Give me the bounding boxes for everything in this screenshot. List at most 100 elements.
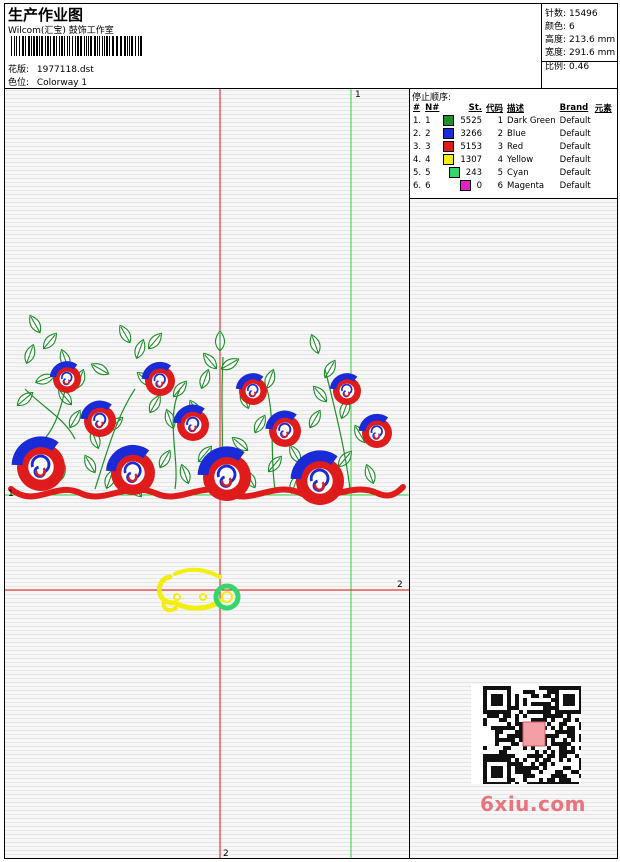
watermark-site: 6xiu.com [480,792,586,816]
element [593,114,614,127]
element [593,166,614,179]
leaf-shape [119,324,132,344]
stop-index: 6. [413,180,422,191]
stitch-count: 5153 [441,140,484,153]
colorway-label: 色位: [8,78,30,88]
leaf-shape [148,394,161,414]
element [593,140,614,153]
design-file-name: 1977118.dst [36,65,94,75]
leaf-shape [199,368,211,390]
table-row: 3. 3 5153 3 Red Default [411,140,614,153]
color-description: Red [507,141,524,152]
color-code: 3 [497,141,504,152]
leaf-shape [203,352,218,370]
stats-panel: 针数: 15496 颜色: 6 高度: 213.6 mm 宽度: 291.6 mm 比例… [542,4,617,88]
column-header: St. [468,102,483,113]
red-axis-label-bottom: 2 [223,849,229,859]
table-row: 1. 1 5525 1 Dark Green Default [411,114,614,127]
table-row: 4. 4 1307 4 Yellow Default [411,153,614,166]
stop-index: 2. [413,128,422,139]
rose-motif [11,436,65,491]
rose-motif [141,361,175,396]
table-header-row: # N# St. 代码 描述 Brand 元素 [411,101,614,114]
rose-motif [265,410,301,447]
rose-motif [197,446,251,501]
stitch-count: 3266 [441,127,484,140]
needle-number: 5 [425,167,431,178]
stop-sequence-table: # N# St. 代码 描述 Brand 元素 1. 1 5525 1 Dark Gre… [411,101,614,192]
color-description: Blue [507,128,526,139]
stop-index: 3. [413,141,422,152]
leaf-shape [323,359,336,379]
color-count: 颜色: 6 [545,22,575,32]
table-row: 6. 6 0 6 Magenta Default [411,179,614,192]
table-row: 5. 5 243 5 Cyan Default [411,166,614,179]
stitch-count: 5525 [441,114,484,127]
leaf-shape [253,414,266,434]
thread-brand: Default [559,167,591,178]
column-header: # [413,102,421,113]
column-header: 元素 [594,103,612,114]
studio-name: Wilcom(汇宝) 鼓饰工作室 [8,26,114,36]
leaf-shape [179,463,191,485]
color-description: Dark Green [507,115,556,126]
rose-motif [106,444,155,495]
stitch-count: 1307 [441,153,484,166]
leaf-shape [364,463,376,485]
column-header: Brand [559,102,589,113]
color-swatch [443,128,455,139]
design-height: 高度: 213.6 mm [545,35,616,45]
color-description: Yellow [507,154,534,165]
color-swatch [443,115,455,126]
production-worksheet: 生产作业图 Wilcom(汇宝) 鼓饰工作室 花版: 1977118.dst 色… [4,3,618,859]
stop-sequence-panel: 停止顺序: # N# St. 代码 描述 Brand 元素 1. 1 5525 1 Da… [410,89,617,199]
color-description: Magenta [507,180,545,191]
stem-line [172,388,181,490]
color-swatch [443,154,455,165]
leaf-shape [147,332,162,350]
leaf-shape [16,392,34,407]
column-header: N# [425,102,440,113]
leaf-shape [309,333,321,355]
stitch-count: 243 [441,166,484,179]
leaf-shape [134,338,146,360]
thread-brand: Default [559,154,591,165]
thread-brand: Default [559,141,591,152]
needle-number: 1 [425,115,431,126]
table-row: 2. 2 3266 2 Blue Default [411,127,614,140]
barcode-image [11,36,142,56]
color-swatch [443,141,455,152]
design-label: 花版: [8,65,30,75]
needle-number: 6 [425,180,431,191]
color-swatch [459,180,471,191]
header-info: 生产作业图 Wilcom(汇宝) 鼓饰工作室 花版: 1977118.dst 色… [5,4,542,88]
design-scale: 比例: 0.46 [545,62,590,72]
leaf-shape [24,343,36,365]
stop-index: 1. [413,115,422,126]
color-description: Cyan [507,167,529,178]
color-code: 6 [497,180,504,191]
leaf-shape [308,409,321,429]
leaf-shape [158,449,171,469]
needle-number: 4 [425,154,431,165]
thread-brand: Default [559,115,591,126]
embroidery-canvas [5,89,409,858]
needle-number: 3 [425,141,431,152]
thread-brand: Default [559,128,591,139]
green-axis-label-left: 1 [8,489,14,499]
leaf-shape [68,409,81,429]
colorway-name: Colorway 1 [36,78,88,88]
element [593,179,614,192]
leaf-shape [84,454,97,474]
rose-motif [290,450,344,505]
column-header: 代码 [486,103,504,114]
leaf-shape [42,332,57,350]
element [593,153,614,166]
qr-code-image [471,684,581,784]
color-code: 1 [497,115,504,126]
color-code: 2 [497,128,504,139]
design-width: 宽度: 291.6 mm [545,48,616,58]
stop-index: 4. [413,154,422,165]
leaf-shape [267,455,282,473]
stitch-count: 0 [441,179,484,192]
